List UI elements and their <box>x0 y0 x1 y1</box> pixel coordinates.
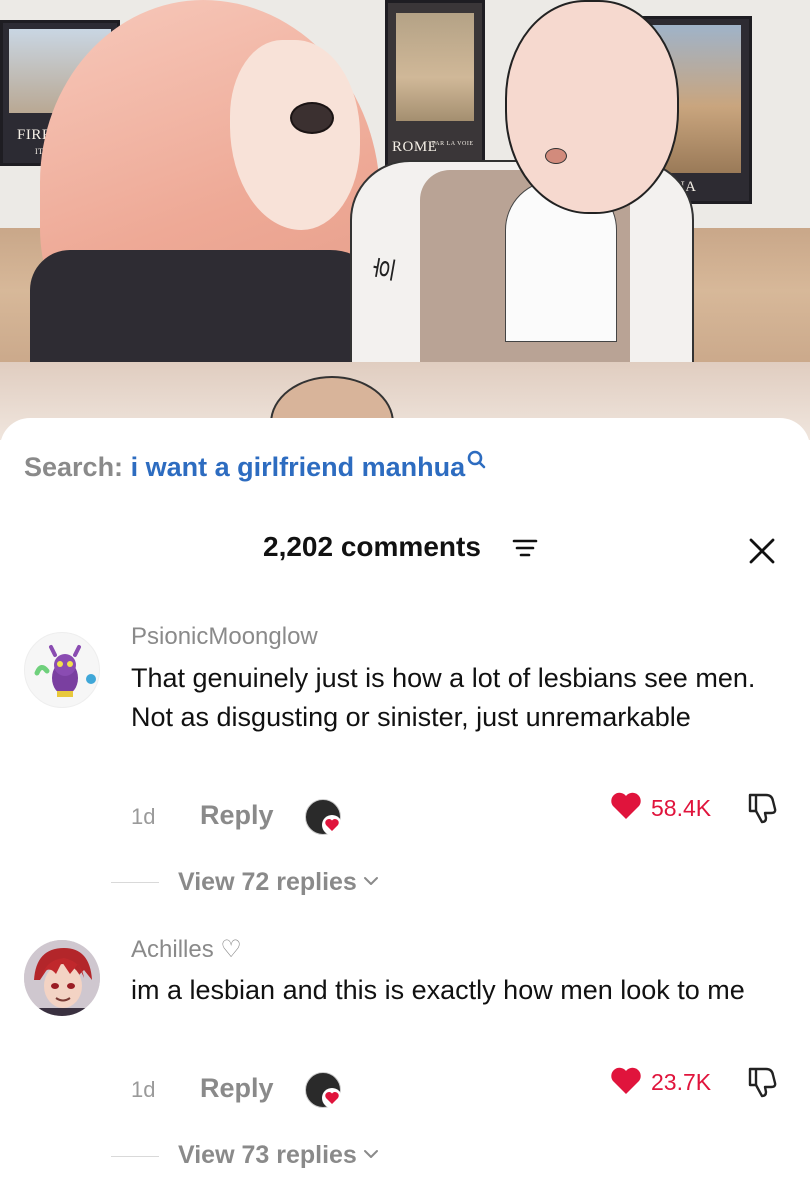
dislike-icon[interactable] <box>744 1063 780 1099</box>
comment-text: That genuinely just is how a lot of lesb… <box>131 663 756 732</box>
comic-panel-image: FIRENZE ITALIA ROME PAR LA VOIE VERONA 흐 <box>0 0 810 440</box>
avatar[interactable] <box>24 632 100 708</box>
anime-character-avatar-icon <box>24 940 100 1016</box>
poster-rome-subtitle: PAR LA VOIE <box>432 141 474 147</box>
sort-filter-icon[interactable] <box>512 536 538 562</box>
comment-username[interactable]: PsionicMoonglow <box>131 623 318 651</box>
poster-rome-title: ROME <box>392 139 438 155</box>
replies-divider <box>111 882 159 883</box>
poster-rome: ROME PAR LA VOIE <box>385 0 485 168</box>
close-icon[interactable] <box>744 533 780 569</box>
reply-button[interactable]: Reply <box>200 800 274 831</box>
comments-count: 2,202 comments <box>263 531 481 562</box>
search-suggestion[interactable]: Search: i want a girlfriend manhua <box>24 450 487 483</box>
reply-button[interactable]: Reply <box>200 1073 274 1104</box>
like-heart-icon[interactable] <box>610 1066 642 1096</box>
search-icon <box>467 450 486 469</box>
like-count: 58.4K <box>651 795 712 821</box>
comment-username[interactable]: Achilles ♡ <box>131 935 242 964</box>
comment-timestamp: 1d <box>131 804 156 829</box>
search-query-link[interactable]: i want a girlfriend manhua <box>131 452 466 482</box>
chevron-down-icon <box>363 1150 378 1159</box>
view-replies-label: View 72 replies <box>178 868 357 896</box>
comment-text: im a lesbian and this is exactly how men… <box>131 975 745 1005</box>
creator-heart-icon <box>322 1088 342 1108</box>
view-replies-button[interactable]: View 72 replies <box>178 868 379 897</box>
creator-heart-icon <box>322 815 342 835</box>
view-replies-label: View 73 replies <box>178 1141 357 1169</box>
cartoon-creature-avatar-icon <box>34 645 96 697</box>
search-prefix: Search: <box>24 452 124 482</box>
chevron-down-icon <box>363 877 378 886</box>
avatar[interactable] <box>24 940 100 1016</box>
view-replies-button[interactable]: View 73 replies <box>178 1141 379 1170</box>
like-heart-icon[interactable] <box>610 791 642 821</box>
like-count: 23.7K <box>651 1069 712 1095</box>
replies-divider <box>111 1156 159 1157</box>
comment-timestamp: 1d <box>131 1077 156 1102</box>
dislike-icon[interactable] <box>744 789 780 825</box>
